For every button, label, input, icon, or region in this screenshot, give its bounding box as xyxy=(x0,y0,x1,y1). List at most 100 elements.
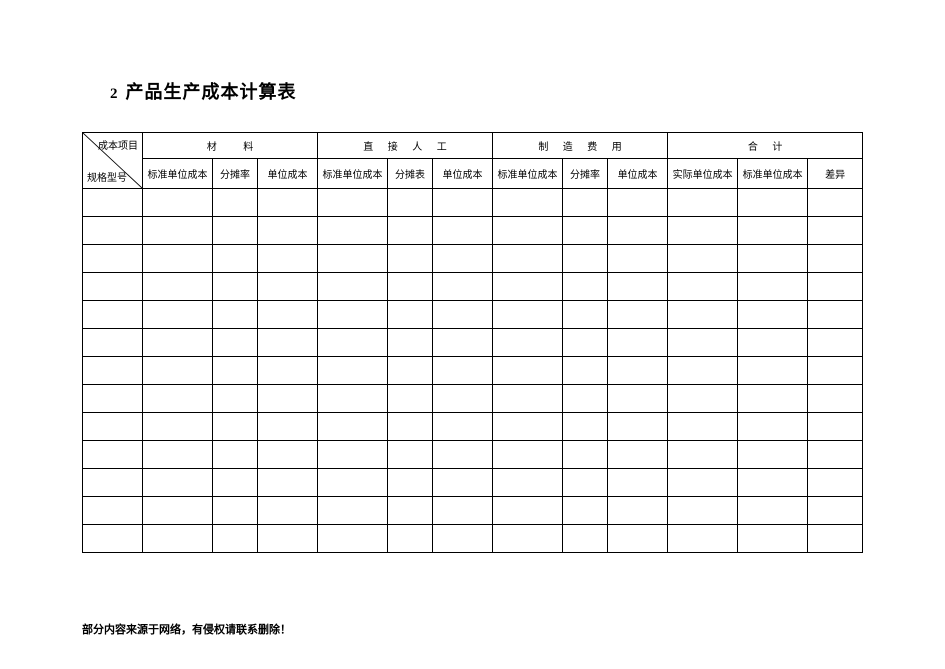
table-cell xyxy=(668,301,738,329)
table-cell xyxy=(258,469,318,497)
table-cell xyxy=(433,301,493,329)
table-cell xyxy=(668,329,738,357)
table-cell xyxy=(83,189,143,217)
table-cell xyxy=(738,385,808,413)
col-header: 单位成本 xyxy=(258,159,318,189)
table-cell xyxy=(738,525,808,553)
table-cell xyxy=(318,301,388,329)
table-cell xyxy=(493,469,563,497)
table-cell xyxy=(83,217,143,245)
table-cell xyxy=(493,525,563,553)
corner-top-label: 成本项目 xyxy=(98,137,138,152)
table-cell xyxy=(433,357,493,385)
table-cell xyxy=(608,357,668,385)
table-cell xyxy=(563,329,608,357)
group-header-materials: 材 料 xyxy=(143,133,318,159)
table-cell xyxy=(258,413,318,441)
corner-cell: 成本项目 规格型号 xyxy=(83,133,143,189)
table-cell xyxy=(608,189,668,217)
table-cell xyxy=(258,329,318,357)
table-cell xyxy=(433,273,493,301)
table-cell xyxy=(433,413,493,441)
table-cell xyxy=(213,301,258,329)
table-cell xyxy=(738,441,808,469)
table-cell xyxy=(388,469,433,497)
table-cell xyxy=(83,245,143,273)
table-cell xyxy=(563,273,608,301)
table-cell xyxy=(563,525,608,553)
table-cell xyxy=(808,273,863,301)
table-cell xyxy=(318,329,388,357)
table-cell xyxy=(493,189,563,217)
table-cell xyxy=(258,301,318,329)
table-cell xyxy=(668,385,738,413)
table-cell xyxy=(143,497,213,525)
table-cell xyxy=(433,497,493,525)
table-cell xyxy=(83,273,143,301)
table-cell xyxy=(213,217,258,245)
table-cell xyxy=(738,273,808,301)
table-cell xyxy=(563,301,608,329)
table-cell xyxy=(563,497,608,525)
table-cell xyxy=(668,273,738,301)
table-cell xyxy=(493,217,563,245)
table-cell xyxy=(83,441,143,469)
table-cell xyxy=(668,357,738,385)
cost-table: 成本项目 规格型号 材 料 直 接 人 工 制 造 费 用 合 计 标准单位成本… xyxy=(82,132,863,553)
table-cell xyxy=(668,469,738,497)
table-cell xyxy=(668,441,738,469)
table-cell xyxy=(668,217,738,245)
table-cell xyxy=(738,189,808,217)
table-row xyxy=(83,301,863,329)
table-cell xyxy=(608,329,668,357)
table-cell xyxy=(563,189,608,217)
table-cell xyxy=(258,245,318,273)
table-cell xyxy=(388,273,433,301)
table-cell xyxy=(143,385,213,413)
table-cell xyxy=(608,525,668,553)
table-cell xyxy=(143,413,213,441)
table-cell xyxy=(258,357,318,385)
table-cell xyxy=(143,441,213,469)
table-cell xyxy=(258,525,318,553)
table-cell xyxy=(493,441,563,469)
table-cell xyxy=(493,497,563,525)
table-cell xyxy=(808,189,863,217)
table-cell xyxy=(83,413,143,441)
table-cell xyxy=(388,525,433,553)
table-row xyxy=(83,357,863,385)
table-cell xyxy=(143,273,213,301)
table-cell xyxy=(143,301,213,329)
table-cell xyxy=(668,413,738,441)
col-header: 差异 xyxy=(808,159,863,189)
table-cell xyxy=(213,273,258,301)
table-row xyxy=(83,273,863,301)
table-cell xyxy=(563,217,608,245)
table-cell xyxy=(83,357,143,385)
table-cell xyxy=(143,245,213,273)
table-cell xyxy=(493,413,563,441)
table-cell xyxy=(213,357,258,385)
table-cell xyxy=(433,525,493,553)
table-cell xyxy=(258,497,318,525)
table-cell xyxy=(258,385,318,413)
table-cell xyxy=(143,189,213,217)
table-row xyxy=(83,469,863,497)
table-row xyxy=(83,217,863,245)
table-cell xyxy=(318,497,388,525)
table-row xyxy=(83,245,863,273)
table-cell xyxy=(433,245,493,273)
table-cell xyxy=(388,189,433,217)
table-cell xyxy=(258,189,318,217)
table-cell xyxy=(318,357,388,385)
table-row xyxy=(83,441,863,469)
table-cell xyxy=(808,497,863,525)
table-cell xyxy=(738,217,808,245)
table-cell xyxy=(388,385,433,413)
table-cell xyxy=(83,329,143,357)
table-cell xyxy=(808,441,863,469)
table-cell xyxy=(388,497,433,525)
table-cell xyxy=(213,329,258,357)
table-cell xyxy=(808,301,863,329)
table-cell xyxy=(143,329,213,357)
